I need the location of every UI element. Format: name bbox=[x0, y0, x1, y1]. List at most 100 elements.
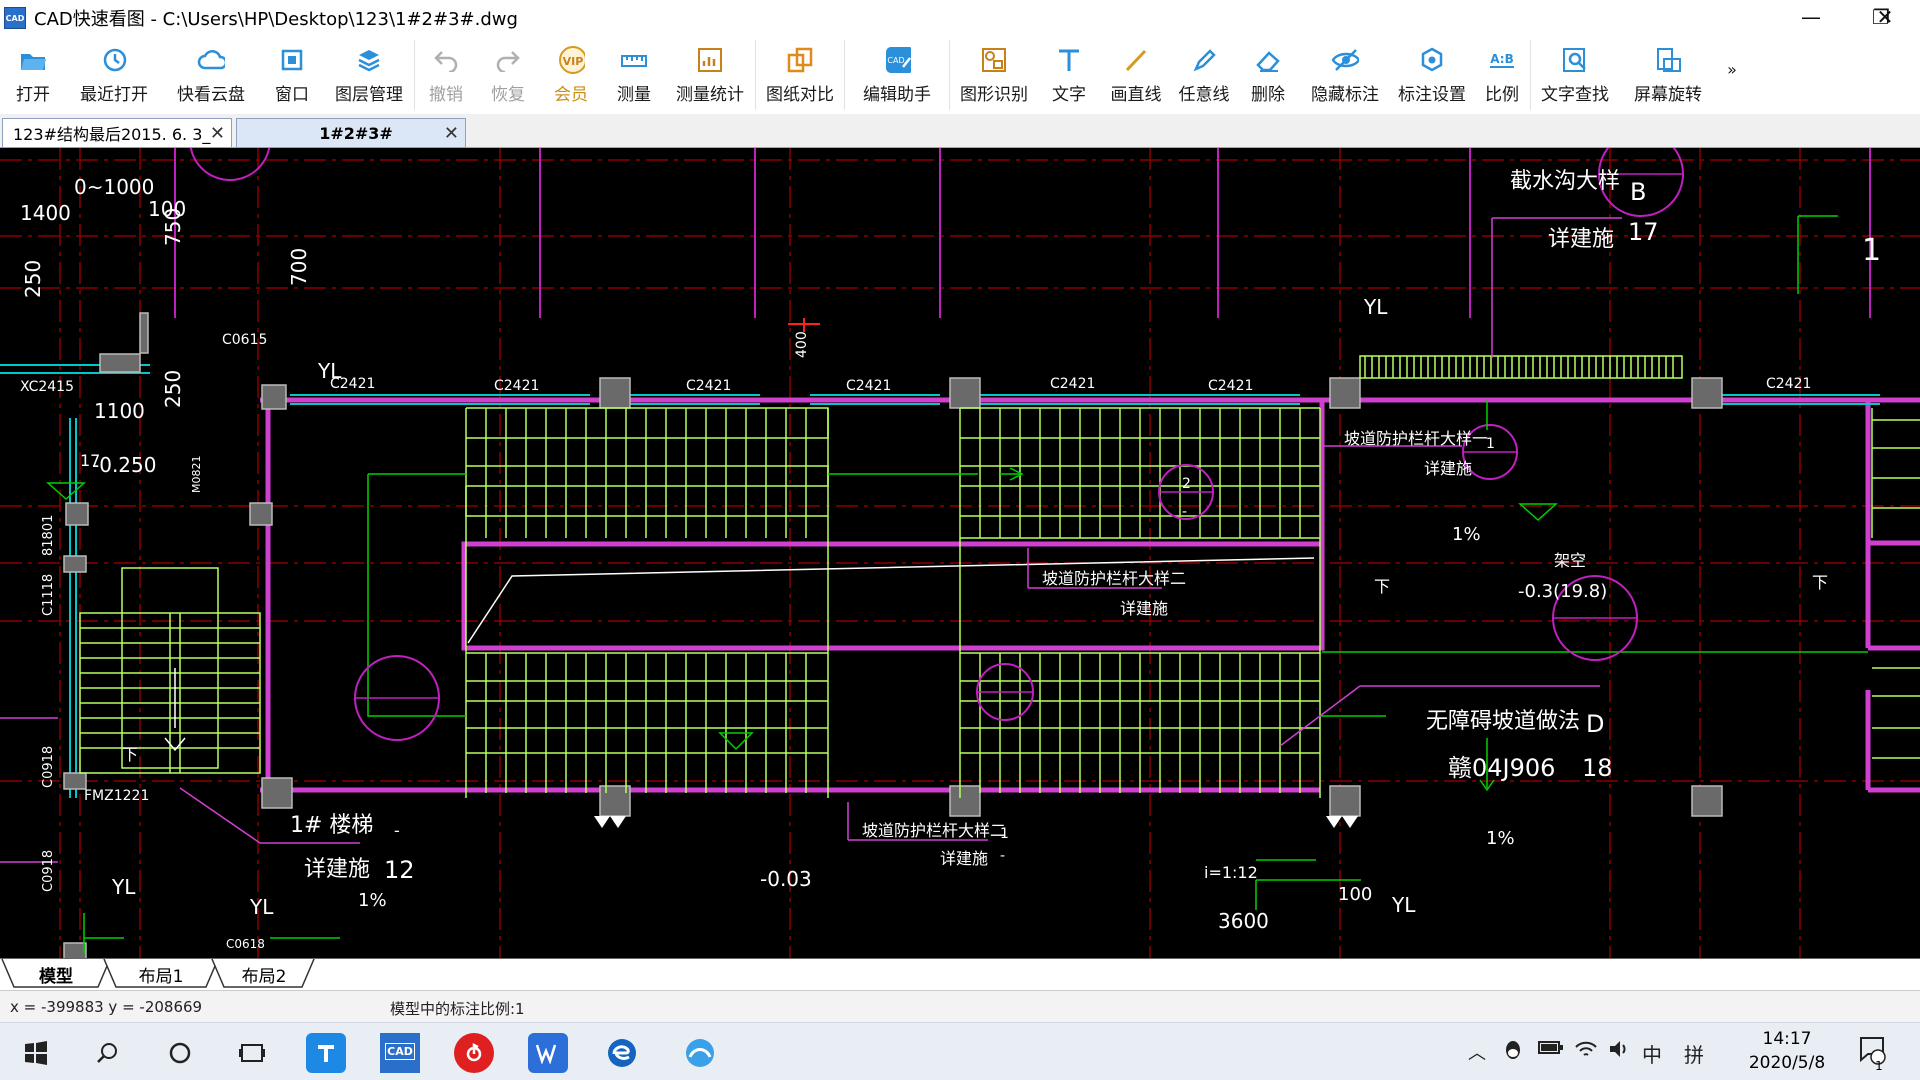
cad-drawing-canvas[interactable]: 详建施 12 0~1000 1400 100 750 250 700 C0615… bbox=[0, 148, 1920, 960]
minimize-button[interactable]: — bbox=[1776, 0, 1846, 34]
battery-icon[interactable] bbox=[1538, 1039, 1564, 1060]
measure-label: 测量 bbox=[617, 85, 651, 105]
label-fmz1221: FMZ1221 bbox=[84, 788, 149, 804]
taskbar-time[interactable]: 14:17 bbox=[1742, 1029, 1832, 1049]
label-xiangjianshi-stair: 详建施 bbox=[304, 857, 370, 882]
open-button[interactable]: 打开 bbox=[0, 36, 66, 114]
close-button[interactable]: ✕ bbox=[1850, 0, 1920, 34]
recent-button[interactable]: 最近打开 bbox=[66, 36, 162, 114]
open-label: 打开 bbox=[16, 85, 50, 105]
redo-label: 恢复 bbox=[491, 85, 525, 105]
label-xiangjianshi-r3: 详建施 bbox=[940, 849, 988, 868]
scale-button[interactable]: A:B 比例 bbox=[1474, 36, 1530, 114]
window-icon bbox=[278, 46, 306, 74]
ime-language-indicator[interactable]: 中 bbox=[1642, 1039, 1662, 1068]
cloud-button[interactable]: 快看云盘 bbox=[162, 36, 260, 114]
close-icon[interactable]: ✕ bbox=[210, 123, 225, 144]
label-c2421-7: C2421 bbox=[1766, 376, 1811, 392]
doc-tab-1[interactable]: 123#结构最后2015. 6. 3_ ✕ bbox=[2, 118, 232, 148]
callout-dash-r3: - bbox=[1000, 848, 1005, 864]
qq-tray-icon[interactable] bbox=[1502, 1039, 1524, 1066]
measure-stats-button[interactable]: 测量统计 bbox=[665, 36, 755, 114]
screen-rotate-button[interactable]: 屏幕旋转 bbox=[1619, 36, 1717, 114]
undo-button[interactable]: 撤销 bbox=[415, 36, 477, 114]
label-gan-atlas: 赣04J906 bbox=[1448, 754, 1555, 782]
browser-app-icon[interactable] bbox=[680, 1033, 720, 1073]
netease-music-app-icon[interactable] bbox=[454, 1033, 494, 1073]
wps-app-icon[interactable] bbox=[528, 1033, 568, 1073]
dim-settings-button[interactable]: 标注设置 bbox=[1390, 36, 1474, 114]
cortana-icon[interactable] bbox=[160, 1033, 200, 1073]
line-button[interactable]: 画直线 bbox=[1100, 36, 1172, 114]
cad-drawing[interactable]: 详建施 12 0~1000 1400 100 750 250 700 C0615… bbox=[0, 148, 1920, 960]
clock-history-icon bbox=[100, 46, 128, 74]
app-window: CAD CAD快速看图 - C:\Users\HP\Desktop\123\1#… bbox=[0, 0, 1920, 1080]
dim-1100: 1100 bbox=[94, 399, 145, 423]
label-yl-4: YL bbox=[249, 895, 274, 919]
pen-icon bbox=[1190, 46, 1218, 74]
layout-tab-model[interactable]: 模型 bbox=[14, 959, 98, 989]
layout-tab-layout2[interactable]: 布局2 bbox=[224, 959, 304, 989]
parking-stall-lines bbox=[465, 355, 1920, 798]
compare-button[interactable]: 图纸对比 bbox=[756, 36, 844, 114]
close-icon[interactable]: ✕ bbox=[444, 123, 459, 144]
label-pct-1: 1% bbox=[1452, 524, 1481, 545]
window-button[interactable]: 窗口 bbox=[260, 36, 324, 114]
measure-stats-label: 测量统计 bbox=[676, 85, 744, 105]
layers-button[interactable]: 图层管理 bbox=[324, 36, 414, 114]
redo-button[interactable]: 恢复 bbox=[477, 36, 539, 114]
label-m0821: M0821 bbox=[190, 456, 203, 494]
dim-250-left: 250 bbox=[21, 260, 45, 298]
vip-button[interactable]: VIP 会员 bbox=[539, 36, 603, 114]
label-xia-2: 下 bbox=[1374, 577, 1390, 596]
label-ramp-rail-3: 坡道防护栏杆大样二 bbox=[862, 821, 1006, 840]
label-c2421-6: C2421 bbox=[1208, 378, 1253, 394]
text-t-icon bbox=[1055, 46, 1083, 74]
callout-b: B bbox=[1630, 178, 1646, 206]
vip-badge-icon: VIP bbox=[557, 46, 585, 74]
search-icon[interactable] bbox=[88, 1033, 128, 1073]
layers-icon bbox=[355, 46, 383, 74]
more-icon: » bbox=[1727, 60, 1737, 79]
tray-chevron-up-icon[interactable]: ︿ bbox=[1468, 1039, 1486, 1065]
wifi-icon[interactable] bbox=[1574, 1039, 1598, 1064]
tencent-doc-app-icon[interactable] bbox=[306, 1033, 346, 1073]
elevation-markers bbox=[46, 400, 1558, 792]
cad-viewer-app-icon[interactable]: CAD bbox=[380, 1033, 420, 1073]
taskbar-date[interactable]: 2020/5/8 bbox=[1738, 1053, 1836, 1073]
label-c0618: C0618 bbox=[226, 937, 265, 951]
shape-recognition-icon bbox=[980, 46, 1008, 74]
task-view-icon[interactable] bbox=[232, 1033, 272, 1073]
windows-start-icon[interactable] bbox=[16, 1033, 56, 1073]
ruler-icon bbox=[620, 46, 648, 74]
edit-assistant-button[interactable]: CAD 编辑助手 bbox=[845, 36, 949, 114]
document-tabbar: 123#结构最后2015. 6. 3_ ✕ 1#2#3# ✕ bbox=[0, 114, 1920, 148]
cad-app-icon: CAD bbox=[4, 7, 26, 29]
eye-hidden-icon bbox=[1331, 46, 1359, 74]
compare-label: 图纸对比 bbox=[766, 85, 834, 105]
text-search-button[interactable]: 文字查找 bbox=[1531, 36, 1619, 114]
label-ramp-rail-2: 坡道防护栏杆大样二 bbox=[1042, 569, 1186, 588]
toolbar-more-button[interactable]: » bbox=[1717, 36, 1747, 114]
text-button[interactable]: 文字 bbox=[1038, 36, 1100, 114]
label-xc2415: XC2415 bbox=[20, 379, 74, 395]
hide-dims-button[interactable]: 隐藏标注 bbox=[1300, 36, 1390, 114]
measure-button[interactable]: 测量 bbox=[603, 36, 665, 114]
ime-mode-indicator[interactable]: 拼 bbox=[1684, 1039, 1704, 1068]
volume-icon[interactable] bbox=[1608, 1039, 1630, 1064]
doc-tab-label: 1#2#3# bbox=[319, 123, 393, 143]
callout-18: 18 bbox=[1582, 754, 1613, 782]
layout-tab-layout1[interactable]: 布局1 bbox=[116, 959, 206, 989]
delete-button[interactable]: 删除 bbox=[1236, 36, 1300, 114]
label-slope: i=1:12 bbox=[1204, 863, 1258, 882]
label-ramp-rail-1: 坡道防护栏杆大样一 bbox=[1344, 429, 1488, 448]
doc-tab-2[interactable]: 1#2#3# ✕ bbox=[236, 118, 466, 148]
undo-icon bbox=[432, 46, 460, 74]
ramp-slope-line bbox=[467, 557, 1315, 644]
edge-browser-icon[interactable] bbox=[602, 1033, 642, 1073]
label-yl-1: YL bbox=[317, 359, 342, 383]
recent-label: 最近打开 bbox=[80, 85, 148, 105]
freeline-button[interactable]: 任意线 bbox=[1172, 36, 1236, 114]
callout-1-r3: 1 bbox=[1000, 826, 1009, 842]
shape-recognition-button[interactable]: 图形识别 bbox=[950, 36, 1038, 114]
